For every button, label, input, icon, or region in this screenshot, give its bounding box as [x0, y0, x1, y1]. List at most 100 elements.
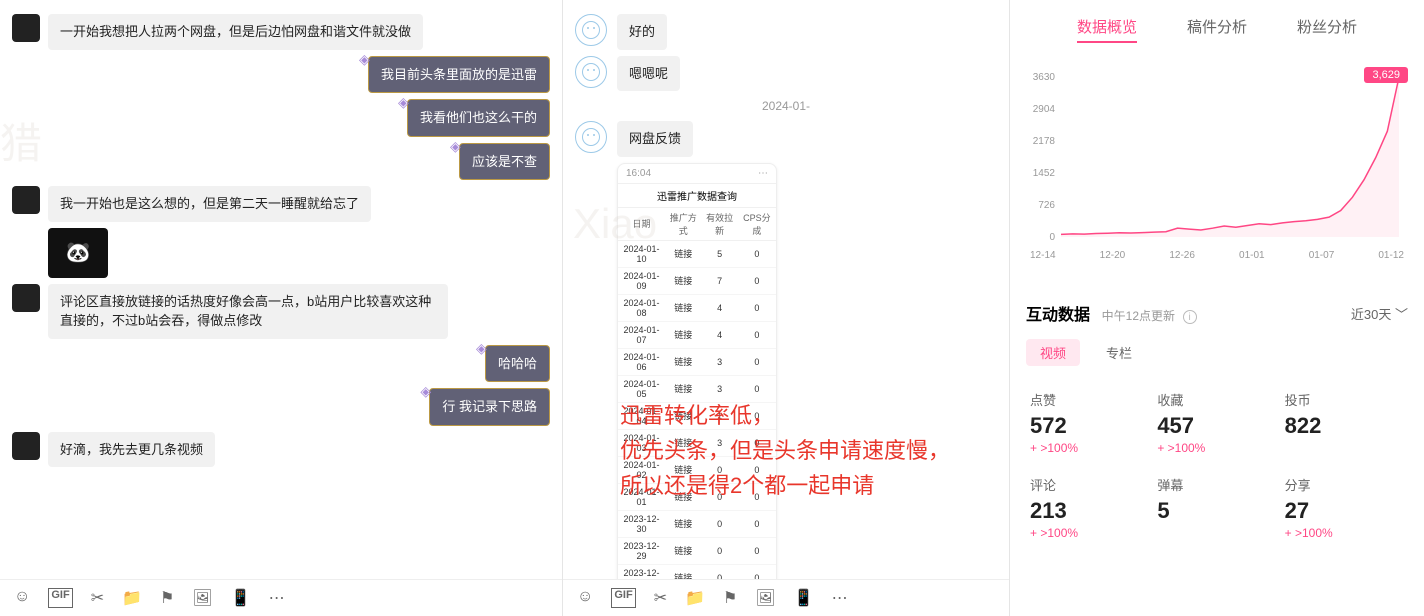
- flag-icon[interactable]: ⚑: [160, 588, 174, 608]
- message-row: 行 我记录下思路◈: [12, 388, 550, 426]
- chat-toolbar: ☺ GIF ✂ 📁 ⚑ 🖼 📱 ⋯: [0, 579, 562, 616]
- metric-card[interactable]: 点赞572+ >100%: [1026, 380, 1153, 465]
- svg-text:1452: 1452: [1033, 168, 1056, 179]
- chevron-down-icon: ﹀: [1395, 307, 1408, 322]
- message-row: 我目前头条里面放的是迅雷◈: [12, 56, 550, 94]
- card-more-icon: ⋯: [758, 168, 768, 179]
- avatar: [12, 432, 40, 460]
- table-row: 2024-01-05链接30: [618, 375, 776, 402]
- svg-text:2178: 2178: [1033, 136, 1056, 147]
- metric-delta: + >100%: [1157, 441, 1276, 455]
- metric-label: 点赞: [1030, 390, 1149, 409]
- avatar-icon: [575, 121, 607, 153]
- phone-icon[interactable]: 📱: [794, 588, 814, 608]
- svg-text:0: 0: [1049, 232, 1055, 243]
- image-icon[interactable]: 🖼: [192, 588, 212, 608]
- x-axis-labels: 12-1412-2012-2601-0101-0701-12: [1026, 250, 1408, 261]
- message-row: 应该是不查◈: [12, 143, 550, 181]
- metric-card[interactable]: 评论213+ >100%: [1026, 465, 1153, 550]
- message-bubble: 我看他们也这么干的◈: [407, 99, 550, 137]
- tab-content[interactable]: 稿件分析: [1187, 16, 1247, 37]
- svg-text:2904: 2904: [1033, 104, 1056, 115]
- gif-icon[interactable]: GIF: [48, 588, 72, 608]
- flag-icon[interactable]: ⚑: [723, 588, 737, 608]
- message-bubble: 网盘反馈: [617, 121, 693, 157]
- diamond-icon: ◈: [476, 338, 490, 352]
- metric-value: 5: [1157, 498, 1276, 524]
- card-title: 迅雷推广数据查询: [618, 184, 776, 208]
- avatar: [12, 186, 40, 214]
- tab-overview[interactable]: 数据概览: [1077, 16, 1137, 37]
- message-row: 嗯嗯呢: [575, 56, 997, 92]
- interaction-title: 互动数据: [1026, 307, 1090, 324]
- svg-text:726: 726: [1038, 200, 1055, 211]
- message-row: 我一开始也是这么想的，但是第二天一睡醒就给忘了🐼: [12, 186, 550, 278]
- sub-tab-column[interactable]: 专栏: [1092, 339, 1146, 366]
- metric-card[interactable]: 弹幕 5: [1153, 465, 1280, 550]
- image-icon[interactable]: 🖼: [755, 588, 775, 608]
- svg-text:3630: 3630: [1033, 72, 1056, 83]
- info-icon[interactable]: i: [1183, 310, 1197, 324]
- folder-icon[interactable]: 📁: [122, 588, 142, 608]
- update-time: 中午12点更新: [1102, 309, 1175, 323]
- metric-card[interactable]: 收藏 457 + >100%: [1153, 380, 1280, 465]
- metric-value: 27: [1285, 498, 1404, 524]
- line-chart-svg: 3630 2904 2178 1452 726 0: [1026, 67, 1408, 247]
- data-card[interactable]: 16:04 ⋯ 迅雷推广数据查询 日期推广方式有效拉新CPS分成 2024-01…: [617, 163, 777, 580]
- message-bubble: 我目前头条里面放的是迅雷◈: [368, 56, 550, 94]
- emoji-icon[interactable]: ☺: [577, 588, 593, 608]
- tab-fans[interactable]: 粉丝分析: [1297, 16, 1357, 37]
- cut-icon[interactable]: ✂: [91, 588, 104, 608]
- metric-card[interactable]: 分享27+ >100%: [1281, 465, 1408, 550]
- message-bubble: 好的: [617, 14, 667, 50]
- message-bubble: 行 我记录下思路◈: [429, 388, 550, 426]
- metric-label: 弹幕: [1157, 475, 1276, 494]
- emoji-icon[interactable]: ☺: [14, 588, 30, 608]
- message-row: 好的: [575, 14, 997, 50]
- sub-tab-video[interactable]: 视频: [1026, 339, 1080, 366]
- metric-delta: + >100%: [1030, 526, 1149, 540]
- more-icon[interactable]: ⋯: [269, 588, 285, 608]
- message-bubble: 哈哈哈◈: [485, 345, 550, 383]
- diamond-icon: ◈: [450, 136, 464, 150]
- data-table: 日期推广方式有效拉新CPS分成 2024-01-10链接502024-01-09…: [618, 208, 776, 580]
- message-bubble: 嗯嗯呢: [617, 56, 680, 92]
- message-bubble: 一开始我想把人拉两个网盘，但是后边怕网盘和谐文件就没做: [48, 14, 423, 50]
- table-row: 2024-01-06链接30: [618, 348, 776, 375]
- message-row: 哈哈哈◈: [12, 345, 550, 383]
- metric-label: 投币: [1285, 390, 1404, 409]
- sub-tabs: 视频 专栏: [1026, 339, 1408, 366]
- chat-toolbar: ☺ GIF ✂ 📁 ⚑ 🖼 📱 ⋯: [563, 579, 1009, 616]
- more-icon[interactable]: ⋯: [832, 588, 848, 608]
- metric-value: 572: [1030, 413, 1149, 439]
- cut-icon[interactable]: ✂: [654, 588, 667, 608]
- message-row: 网盘反馈: [575, 121, 997, 157]
- table-row: 2024-01-08链接40: [618, 294, 776, 321]
- message-bubble: 应该是不查◈: [459, 143, 550, 181]
- message-row: 好滴，我先去更几条视频: [12, 432, 550, 468]
- metric-label: 收藏: [1157, 390, 1276, 409]
- diamond-icon: ◈: [359, 49, 373, 63]
- trend-chart: 3,629 36302904217814527260 12-1412-2012-…: [1026, 67, 1408, 277]
- date-separator: 2024-01-: [575, 99, 997, 113]
- message-bubble: 好滴，我先去更几条视频: [48, 432, 215, 468]
- message-bubble: 我一开始也是这么想的，但是第二天一睡醒就给忘了: [48, 186, 371, 222]
- metric-value: 822: [1285, 413, 1404, 439]
- date-filter[interactable]: 近30天 ﹀: [1351, 304, 1408, 323]
- metric-value: 213: [1030, 498, 1149, 524]
- metric-card[interactable]: 投币 822: [1281, 380, 1408, 465]
- table-row: 2024-01-09链接70: [618, 267, 776, 294]
- metric-value: 457: [1157, 413, 1276, 439]
- gif-icon[interactable]: GIF: [611, 588, 635, 608]
- phone-icon[interactable]: 📱: [231, 588, 251, 608]
- metric-label: 分享: [1285, 475, 1404, 494]
- avatar-icon: [575, 14, 607, 46]
- folder-icon[interactable]: 📁: [685, 588, 705, 608]
- avatar: [12, 14, 40, 42]
- card-time: 16:04: [626, 168, 651, 179]
- table-row: 2023-12-28链接00: [618, 564, 776, 579]
- table-row: 2023-12-30链接00: [618, 510, 776, 537]
- avatar: [12, 284, 40, 312]
- message-bubble: 评论区直接放链接的话热度好像会高一点，b站用户比较喜欢这种直接的，不过b站会吞，…: [48, 284, 448, 339]
- message-row: 评论区直接放链接的话热度好像会高一点，b站用户比较喜欢这种直接的，不过b站会吞，…: [12, 284, 550, 339]
